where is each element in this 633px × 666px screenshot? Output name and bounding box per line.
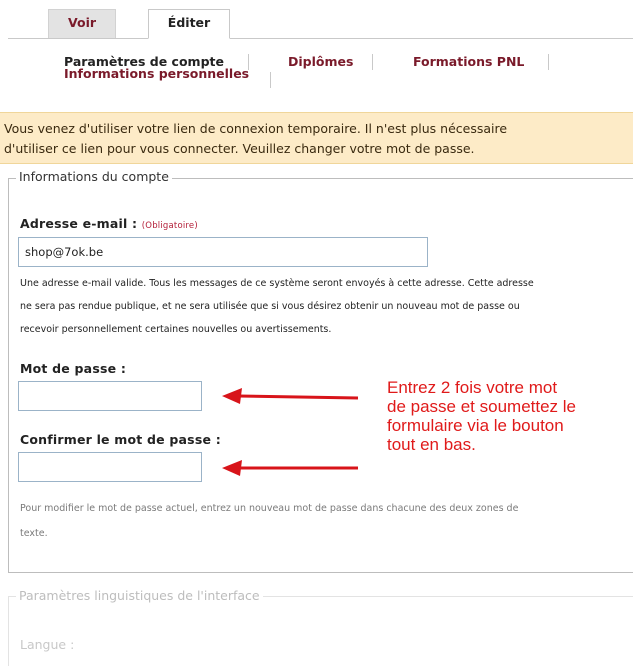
email-input[interactable]: shop@7ok.be [18, 237, 428, 267]
subtab-diplomes[interactable]: Diplômes [288, 54, 353, 70]
notice-line-1: Vous venez d'utiliser votre lien de conn… [4, 121, 508, 136]
password-help-line-2: texte. [20, 528, 48, 539]
subtab-personal-info[interactable]: Informations personnelles [64, 66, 249, 82]
subtab-divider [248, 54, 249, 70]
language-label: Langue : [20, 637, 75, 652]
interface-legend: Paramètres linguistiques de l'interface [16, 587, 263, 605]
email-help-line-2: ne sera pas rendue publique, et ne sera … [20, 301, 520, 312]
password-label: Mot de passe : [20, 361, 127, 376]
email-label: Adresse e-mail : (Obligatoire) [20, 216, 198, 231]
subtab-divider [270, 72, 271, 88]
left-arrow-icon [222, 460, 358, 476]
subtab-divider [372, 54, 373, 70]
tabs-baseline [8, 38, 633, 39]
notice-line-2: d'utiliser ce lien pour vous connecter. … [4, 141, 475, 156]
primary-tabs: Voir Éditer [0, 0, 633, 40]
left-arrow-icon [222, 388, 359, 404]
account-legend: Informations du compte [16, 168, 172, 186]
interface-fieldset [8, 596, 633, 666]
temporary-login-notice: Vous venez d'utiliser votre lien de conn… [0, 112, 633, 164]
confirm-password-label: Confirmer le mot de passe : [20, 432, 221, 447]
tab-editer[interactable]: Éditer [148, 9, 230, 39]
email-help-line-3: recevoir personnellement certaines nouve… [20, 324, 332, 335]
annotation-line-4: tout en bas. [387, 435, 476, 454]
tab-voir[interactable]: Voir [48, 9, 116, 38]
secondary-tabs: Paramètres de compte Informations person… [0, 52, 633, 98]
annotation-line-2: de passe et soumettez le [387, 397, 577, 416]
email-help-line-1: Une adresse e-mail valide. Tous les mess… [20, 278, 534, 289]
required-marker: (Obligatoire) [141, 221, 198, 231]
subtab-formations-pnl[interactable]: Formations PNL [413, 54, 524, 70]
annotation-line-1: Entrez 2 fois votre mot [387, 378, 558, 397]
password-input[interactable] [18, 381, 202, 411]
password-help-line-1: Pour modifier le mot de passe actuel, en… [20, 503, 519, 514]
instruction-annotation: Entrez 2 fois votre mot de passe et soum… [387, 378, 627, 454]
email-label-text: Adresse e-mail : [20, 216, 142, 231]
subtab-divider [548, 54, 549, 70]
confirm-password-input[interactable] [18, 452, 202, 482]
annotation-line-3: formulaire via le bouton [387, 416, 564, 435]
